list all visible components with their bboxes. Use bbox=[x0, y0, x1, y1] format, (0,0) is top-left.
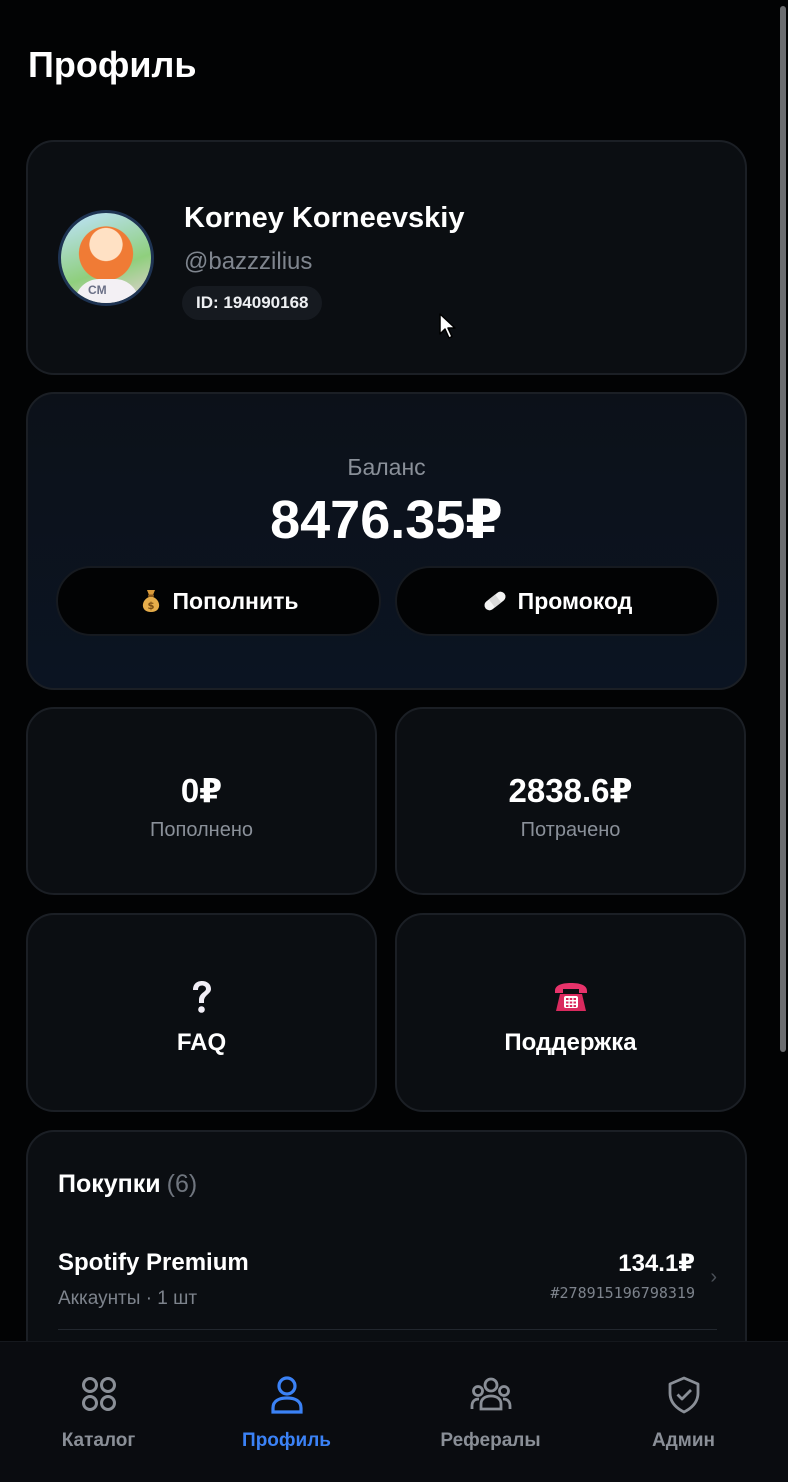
topup-label: Пополнить bbox=[172, 587, 299, 614]
nav-item-catalog[interactable]: Каталог bbox=[0, 1342, 197, 1482]
nav-item-profile[interactable]: Профиль bbox=[188, 1342, 385, 1482]
spent-label: Потрачено bbox=[520, 819, 621, 841]
purchase-meta: Аккаунты · 1 шт bbox=[58, 1288, 198, 1309]
avatar: CM bbox=[58, 210, 154, 306]
spent-value: 2838.6₽ bbox=[508, 772, 633, 809]
faq-label: FAQ bbox=[176, 1029, 227, 1056]
purchase-price: 134.1₽ bbox=[618, 1250, 695, 1277]
nav-label-profile: Профиль bbox=[242, 1430, 331, 1451]
group-icon bbox=[392, 1376, 589, 1412]
avatar-shirt bbox=[75, 279, 139, 303]
nav-label-catalog: Каталог bbox=[61, 1430, 136, 1451]
grid-icon bbox=[0, 1376, 197, 1412]
user-handle: @bazzzilius bbox=[184, 248, 313, 275]
page-scrollbar[interactable] bbox=[780, 6, 786, 1052]
support-label: Поддержка bbox=[504, 1029, 637, 1056]
shield-check-icon bbox=[585, 1376, 782, 1414]
balance-label: Баланс bbox=[347, 454, 426, 480]
nav-label-referrals: Рефералы bbox=[440, 1430, 541, 1451]
svg-text:$: $ bbox=[147, 601, 154, 612]
deposited-stat-card: 0₽ Пополнено bbox=[26, 707, 377, 895]
profile-card: CM Korney Korneevskiy @bazzzilius ID: 19… bbox=[26, 140, 747, 375]
divider bbox=[58, 1329, 717, 1330]
bandage-icon bbox=[484, 591, 506, 611]
user-name: Korney Korneevskiy bbox=[184, 202, 465, 234]
telephone-icon bbox=[397, 977, 744, 1017]
purchase-name: Spotify Premium bbox=[58, 1249, 249, 1276]
user-id-badge: ID: 194090168 bbox=[182, 286, 323, 320]
topup-button[interactable]: $ Пополнить bbox=[56, 566, 381, 636]
deposited-label: Пополнено bbox=[149, 819, 254, 841]
deposited-value: 0₽ bbox=[180, 772, 223, 809]
nav-item-admin[interactable]: Админ bbox=[585, 1342, 782, 1482]
purchases-card: Покупки (6) Spotify Premium Аккаунты · 1 … bbox=[26, 1130, 747, 1370]
money-bag-icon: $ bbox=[142, 590, 159, 612]
purchases-count: (6) bbox=[166, 1170, 198, 1198]
balance-value: 8476.35₽ bbox=[270, 490, 503, 550]
avatar-letters: CM bbox=[88, 283, 107, 297]
page-title: Профиль bbox=[28, 44, 197, 85]
purchases-title-text: Покупки bbox=[58, 1170, 161, 1198]
promo-button[interactable]: Промокод bbox=[395, 566, 719, 636]
support-card[interactable]: Поддержка bbox=[395, 913, 746, 1112]
faq-card[interactable]: FAQ bbox=[26, 913, 377, 1112]
mouse-cursor-icon bbox=[439, 313, 456, 339]
promo-label: Промокод bbox=[517, 587, 633, 614]
purchases-title: Покупки (6) bbox=[58, 1170, 197, 1199]
nav-item-referrals[interactable]: Рефералы bbox=[392, 1342, 589, 1482]
question-mark-icon bbox=[28, 977, 375, 1017]
spent-stat-card: 2838.6₽ Потрачено bbox=[395, 707, 746, 895]
bottom-nav: Каталог Профиль Рефералы Админ bbox=[0, 1341, 788, 1482]
nav-label-admin: Админ bbox=[652, 1430, 715, 1451]
chevron-right-icon: › bbox=[710, 1266, 717, 1288]
balance-card: Баланс 8476.35₽ $ Пополнить Промокод bbox=[26, 392, 747, 690]
purchase-order-id: #278915196798319 bbox=[550, 1284, 696, 1302]
user-icon bbox=[188, 1376, 385, 1414]
